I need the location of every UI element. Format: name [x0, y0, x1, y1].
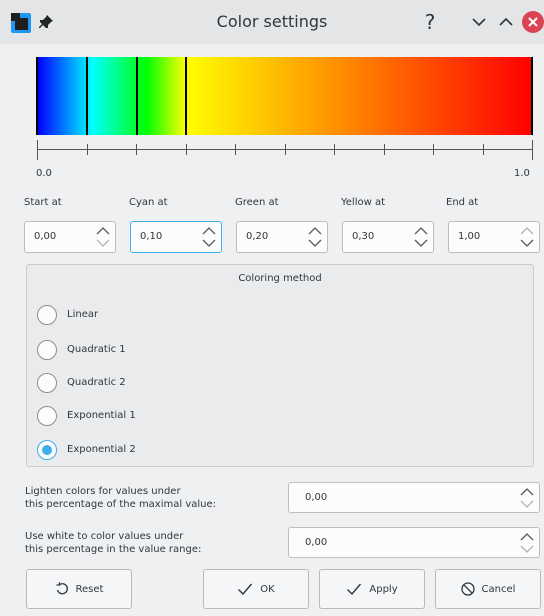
check-icon — [347, 583, 362, 596]
yellow-at-value: 0,30 — [352, 231, 375, 242]
chevron-down-icon[interactable] — [201, 237, 217, 249]
cyan-at-label: Cyan at — [129, 197, 168, 208]
chevron-down-icon[interactable] — [519, 543, 535, 555]
end-at-value: 1,00 — [458, 231, 481, 242]
apply-label: Apply — [369, 583, 398, 595]
start-at-spinbox[interactable]: 0,00 — [24, 221, 116, 253]
minimize-icon[interactable] — [468, 11, 490, 33]
radio-button[interactable] — [37, 373, 57, 393]
lighten-spinbox[interactable]: 0,00 — [288, 482, 540, 513]
ok-label: OK — [260, 583, 275, 595]
lighten-label-line1: Lighten colors for values under — [25, 486, 181, 497]
scale-tick — [532, 140, 533, 160]
scale-tick — [383, 144, 385, 155]
chevron-down-icon[interactable] — [307, 237, 323, 249]
scale-tick — [86, 144, 88, 155]
maximize-icon[interactable] — [495, 11, 517, 33]
lighten-label-line2: this percentage of the maximal value: — [25, 499, 217, 510]
scale-tick — [37, 140, 38, 160]
chevron-up-icon[interactable] — [201, 225, 217, 237]
gradient-fill — [38, 57, 531, 135]
close-button[interactable] — [522, 11, 544, 33]
chevron-down-icon[interactable] — [519, 237, 535, 249]
start-at-value: 0,00 — [34, 231, 57, 242]
radio-label: Quadratic 1 — [67, 344, 126, 355]
chevron-up-icon[interactable] — [95, 225, 111, 237]
check-icon — [238, 583, 253, 596]
chevron-up-icon[interactable] — [519, 225, 535, 237]
white-spinbox[interactable]: 0,00 — [288, 527, 540, 558]
scale-tick — [235, 144, 236, 155]
lighten-label: Lighten colors for values under this per… — [25, 485, 216, 511]
scale-max-label: 1.0 — [514, 168, 530, 179]
scale-tick — [185, 144, 187, 155]
radio-label: Exponential 1 — [67, 410, 136, 421]
scale-ruler — [36, 140, 533, 160]
cancel-icon — [460, 582, 475, 596]
radio-label: Exponential 2 — [67, 444, 136, 455]
start-at-label: Start at — [24, 197, 62, 208]
radio-label: Linear — [67, 309, 99, 320]
cancel-button[interactable]: Cancel — [435, 569, 541, 609]
title-bar: Color settings ? — [0, 0, 544, 44]
reset-button[interactable]: Reset — [26, 569, 132, 609]
color-gradient-preview — [36, 57, 533, 135]
radio-button[interactable] — [37, 305, 57, 325]
gradient-marker — [86, 57, 89, 135]
white-value: 0,00 — [305, 537, 328, 548]
scale-tick — [482, 144, 484, 155]
scale-tick — [433, 144, 434, 155]
cyan-at-value: 0,10 — [140, 231, 163, 242]
gradient-marker — [184, 57, 187, 135]
white-label-line2: this percentage in the value range: — [25, 544, 202, 555]
gradient-marker — [135, 57, 138, 135]
chevron-down-icon[interactable] — [95, 237, 111, 249]
apply-button[interactable]: Apply — [319, 569, 425, 609]
yellow-at-label: Yellow at — [341, 197, 386, 208]
scale-tick — [136, 144, 137, 155]
radio-label: Quadratic 2 — [67, 377, 126, 388]
reset-icon — [56, 582, 68, 595]
cancel-label: Cancel — [481, 583, 516, 595]
lighten-value: 0,00 — [305, 492, 328, 503]
white-label: Use white to color values under this per… — [25, 530, 201, 556]
radio-button[interactable] — [37, 406, 57, 426]
chevron-down-icon[interactable] — [413, 237, 429, 249]
scale-min-label: 0.0 — [36, 168, 52, 179]
green-at-spinbox[interactable]: 0,20 — [236, 221, 328, 253]
close-icon — [528, 17, 538, 27]
chevron-up-icon[interactable] — [307, 225, 323, 237]
chevron-up-icon[interactable] — [519, 486, 535, 498]
coloring-method-title: Coloring method — [238, 273, 322, 284]
chevron-down-icon[interactable] — [519, 498, 535, 510]
green-at-label: Green at — [235, 197, 279, 208]
radio-checked-dot — [42, 445, 52, 455]
radio-button-checked[interactable] — [37, 440, 57, 460]
yellow-at-spinbox[interactable]: 0,30 — [342, 221, 434, 253]
white-label-line1: Use white to color values under — [25, 531, 184, 542]
end-at-label: End at — [446, 197, 479, 208]
chevron-up-icon[interactable] — [413, 225, 429, 237]
chevron-up-icon[interactable] — [519, 531, 535, 543]
reset-label: Reset — [75, 583, 104, 595]
green-at-value: 0,20 — [246, 231, 269, 242]
end-at-spinbox[interactable]: 1,00 — [448, 221, 540, 253]
scale-tick — [334, 144, 335, 155]
radio-button[interactable] — [37, 340, 57, 360]
coloring-method-group: Coloring method Linear Quadratic 1 Quadr… — [26, 264, 534, 467]
ok-button[interactable]: OK — [203, 569, 309, 609]
scale-tick — [284, 144, 286, 155]
help-icon[interactable]: ? — [419, 11, 441, 33]
cyan-at-spinbox[interactable]: 0,10 — [130, 221, 222, 253]
window-title: Color settings — [216, 12, 328, 31]
